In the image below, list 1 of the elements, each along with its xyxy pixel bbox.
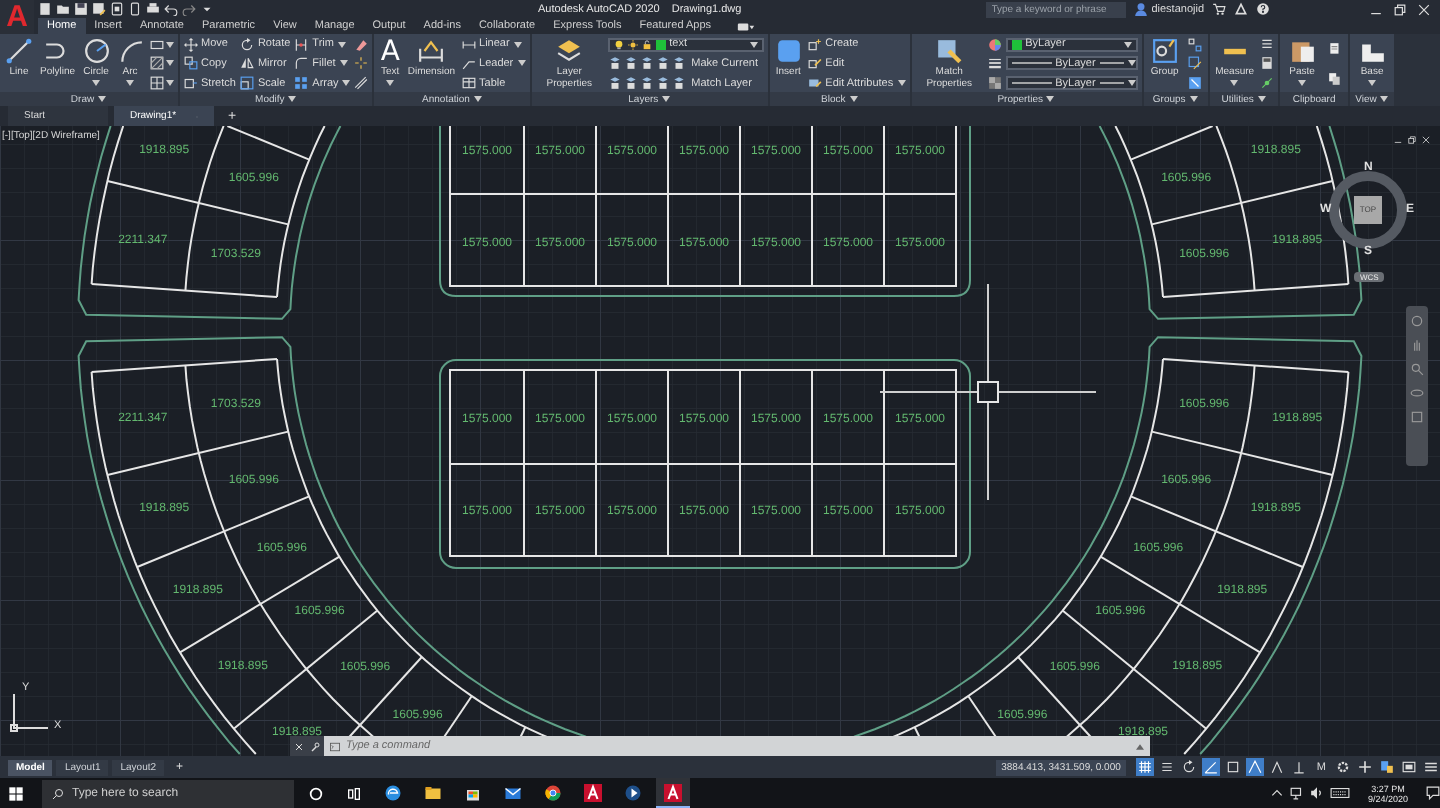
text-tool-icon: A (380, 38, 400, 66)
